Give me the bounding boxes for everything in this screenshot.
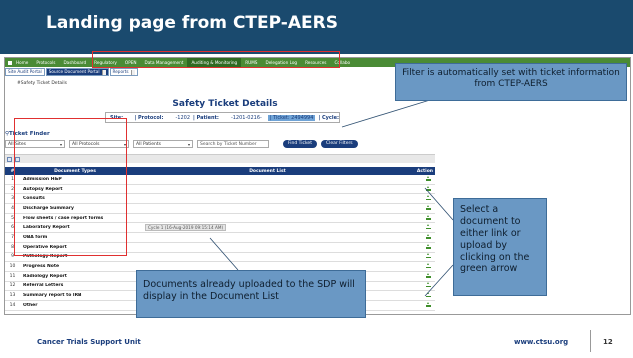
portal-tabs: Site Audit Portal Source Document Portal… [5,68,138,76]
nav-item[interactable]: Dashboard [59,58,90,67]
tab-reports[interactable]: Reports [109,68,138,76]
document-types-highlight-box [14,118,127,256]
filter-callout: Filter is automatically set with ticket … [395,63,627,101]
panel-title: Safety Ticket Details [172,99,278,109]
action-cell [405,282,435,289]
upload-arrow-icon[interactable] [426,195,431,201]
row-number: 12 [9,283,16,289]
row-number: 11 [9,273,16,279]
edit-icon[interactable] [7,156,12,162]
document-type: Summary report to IRB [23,293,82,299]
page-number: 12 [603,338,613,346]
patient-label: | Patient: [193,114,219,121]
document-list-cell: Cycle 1 (16-Aug-2019 09:15:14 AM) [130,223,405,231]
upload-arrow-icon[interactable] [426,175,431,181]
footer-org: Cancer Trials Support Unit [37,338,141,346]
action-cell [405,292,435,299]
action-cell [405,301,435,309]
breadcrumb[interactable]: #Safety Ticket Details [17,81,67,86]
ticket-number: | Ticket: 2494994 [267,114,316,121]
ticket-info-bar: Site: | Protocol: -1202 | Patient: -1201… [105,112,340,123]
upload-arrow-icon[interactable] [426,243,431,249]
protocol-value: -1202 [175,114,191,121]
document-type: Radiology Report [23,273,67,279]
uploaded-document-link[interactable]: Cycle 1 (16-Aug-2019 09:15:14 AM) [145,223,227,231]
document-type: Progress Note [23,264,60,270]
upload-arrow-icon[interactable] [426,253,431,259]
ticket-search-input[interactable]: Search by Ticket Number [197,139,269,148]
upload-arrow-icon[interactable] [426,272,431,278]
clear-filters-button[interactable]: Clear Filters [320,139,358,148]
upload-arrow-icon[interactable] [426,301,431,307]
document-type: Other [23,302,38,308]
action-cell [405,263,435,270]
find-ticket-button[interactable]: Find Ticket [283,139,317,148]
slide-title: Landing page from CTEP-AERS [46,13,338,33]
upload-arrow-icon[interactable] [426,233,431,239]
footer-divider [590,330,591,352]
upload-arrow-icon[interactable] [426,185,431,191]
ticket-highlight-box [92,51,340,68]
action-cell [405,224,435,231]
upload-arrow-icon[interactable] [426,263,431,269]
documents-list-callout: Documents already uploaded to the SDP wi… [136,270,366,318]
patient-value: -1201-0216- [230,114,262,121]
dropdown-caret-icon[interactable] [101,69,106,75]
tab-source-document-portal[interactable]: Source Document Portal [45,68,109,76]
action-cell [405,243,435,251]
upload-arrow-icon[interactable] [426,204,431,210]
title-bar: Landing page from CTEP-AERS [0,0,633,54]
upload-arrow-icon[interactable] [426,282,431,288]
select-document-callout: Select a document to either link or uplo… [453,198,547,296]
header-document-list: Document List [249,168,286,174]
upload-arrow-icon[interactable] [426,214,431,220]
patients-select[interactable]: All Patients ▾ [133,139,193,148]
header-action: Action [416,168,433,174]
action-cell [405,175,435,183]
document-type: Referral Letters [23,283,64,289]
action-cell [405,272,435,280]
action-cell [405,195,435,202]
protocol-label: | Protocol: [134,114,164,121]
tab-reports-label: Reports [112,69,129,74]
action-cell [405,204,435,212]
cycle-label: | Cycle: [318,114,339,121]
row-number: 14 [9,302,16,308]
action-cell [405,253,435,260]
upload-arrow-icon[interactable] [426,224,431,230]
row-number: 10 [9,264,16,270]
nav-item[interactable]: Protocols [32,58,59,67]
upload-arrow-icon[interactable] [426,292,431,298]
row-number: 13 [9,293,16,299]
footer-url[interactable]: www.ctsu.org [514,338,568,346]
action-cell [405,233,435,241]
dropdown-caret-icon[interactable] [130,69,135,75]
tab-site-audit-portal[interactable]: Site Audit Portal [5,68,45,76]
action-cell [405,214,435,222]
tab-source-document-portal-label: Source Document Portal [48,69,100,74]
patients-select-value: All Patients [136,141,162,147]
nav-item[interactable]: Home [12,58,32,67]
action-cell [405,185,435,193]
slide: Landing page from CTEP-AERS Home Protocol… [0,0,633,358]
chevron-down-icon: ▾ [187,141,190,147]
